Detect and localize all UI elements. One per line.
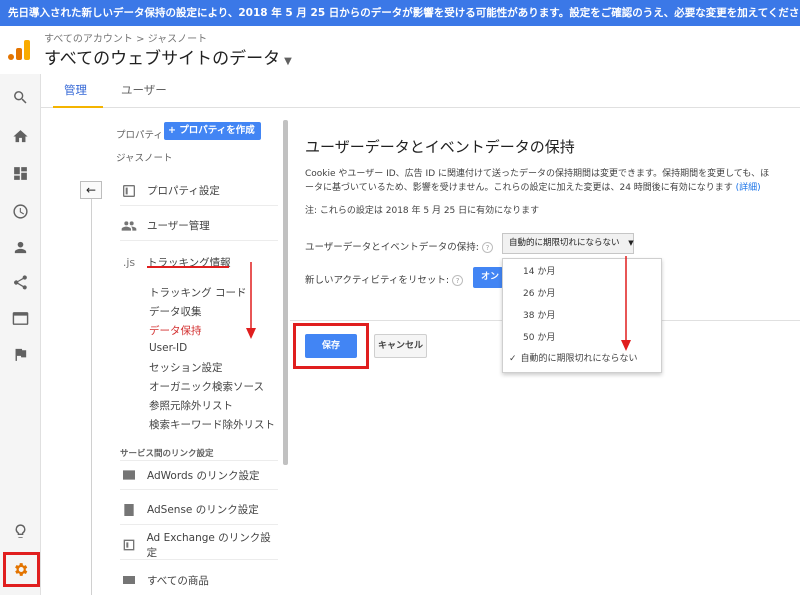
search-icon[interactable] [9, 86, 31, 108]
red-arrow-annotation [246, 262, 256, 339]
sub-session-settings[interactable]: セッション設定 [149, 360, 223, 375]
notice-banner: 先日導入された新しいデータ保持の設定により、2018 年 5 月 25 日からの… [0, 0, 800, 26]
sub-data-retention[interactable]: データ保持 [149, 323, 202, 338]
reset-toggle[interactable]: オン [473, 267, 503, 288]
gear-highlight-box [3, 552, 40, 587]
column-scrollbar[interactable] [283, 120, 288, 465]
property-label: プロパティ [116, 130, 163, 141]
help-icon[interactable]: ? [482, 242, 494, 253]
dashboard-icon[interactable] [9, 162, 31, 184]
display-icon[interactable] [9, 307, 31, 329]
analytics-logo-icon[interactable] [8, 40, 32, 60]
retention-field: ユーザーデータとイベントデータの保持:? [305, 239, 494, 253]
red-arrow-annotation [621, 256, 631, 351]
description-line-2: ータに基づいているため、影響を受けません。これらの設定に加えた変更は、24 時間… [305, 183, 733, 193]
reset-label: 新しいアクティビティをリセット: [305, 275, 450, 286]
adwords-icon [120, 467, 138, 483]
nav-all-products[interactable]: すべての商品 [120, 565, 278, 595]
adexchange-icon [120, 537, 138, 553]
share-icon[interactable] [9, 271, 31, 293]
details-link[interactable]: (詳細) [736, 183, 761, 193]
retention-label: ユーザーデータとイベントデータの保持: [305, 242, 480, 253]
sub-search-term-exclusion[interactable]: 検索キーワード除外リスト [149, 417, 275, 432]
link-icon [120, 572, 138, 588]
js-icon: .js [122, 255, 136, 269]
reset-field: 新しいアクティビティをリセット:? [305, 272, 464, 286]
retention-dropdown-menu: 14 か月 26 か月 38 か月 50 か月 ✓ 自動的に期限切れにならない [502, 258, 662, 373]
save-highlight-box [293, 323, 369, 369]
service-links-heading: サービス間のリンク設定 [120, 449, 214, 459]
admin-tabs: 管理 ユーザー [41, 74, 800, 108]
nav-adexchange-link[interactable]: Ad Exchange のリンク設定 [120, 530, 278, 560]
option-label: 自動的に期限切れにならない [520, 354, 638, 364]
sub-organic-search-sources[interactable]: オーガニック検索ソース [149, 379, 264, 394]
tab-admin[interactable]: 管理 [53, 74, 103, 108]
tracking-underline-annotation [147, 266, 229, 268]
sub-data-collection[interactable]: データ収集 [149, 304, 202, 319]
view-title: すべてのウェブサイトのデータ [44, 49, 281, 69]
home-icon[interactable] [9, 125, 31, 147]
property-settings-icon [120, 183, 138, 199]
adsense-icon [120, 502, 138, 518]
create-property-button[interactable]: + プロパティを作成 [164, 122, 261, 140]
option-50-months[interactable]: 50 か月 [503, 328, 661, 349]
retention-value: 自動的に期限切れにならない [509, 238, 620, 248]
sub-user-id[interactable]: User-ID [149, 342, 187, 354]
description-line-1: Cookie やユーザー ID、広告 ID に関連付けて送ったデータの保持期間は… [305, 169, 770, 179]
tab-users[interactable]: ユーザー [121, 74, 167, 108]
caret-down-icon: ▼ [628, 239, 634, 247]
option-never-expire[interactable]: ✓ 自動的に期限切れにならない [503, 349, 661, 370]
flag-icon[interactable] [9, 343, 31, 365]
clock-icon[interactable] [9, 200, 31, 222]
column-divider [91, 199, 92, 595]
cancel-button[interactable]: キャンセル [374, 334, 427, 358]
nav-label: すべての商品 [147, 574, 209, 587]
back-arrow-icon[interactable]: ← [80, 181, 102, 199]
left-rail [0, 74, 41, 595]
checkmark-icon: ✓ [509, 354, 517, 364]
option-26-months[interactable]: 26 か月 [503, 284, 661, 305]
sub-referral-exclusion[interactable]: 参照元除外リスト [149, 398, 233, 413]
nav-label: プロパティ設定 [147, 185, 220, 197]
option-14-months[interactable]: 14 か月 [503, 262, 661, 283]
sub-tracking-code[interactable]: トラッキング コード [149, 285, 247, 300]
nav-adwords-link[interactable]: AdWords のリンク設定 [120, 460, 278, 490]
caret-down-icon: ▼ [284, 56, 292, 67]
nav-label: Ad Exchange のリンク設定 [146, 531, 271, 559]
nav-user-management[interactable]: ユーザー管理 [120, 211, 278, 241]
nav-label: AdWords のリンク設定 [147, 469, 260, 482]
effective-date-note: 注: これらの設定は 2018 年 5 月 25 日に有効になります [305, 206, 540, 216]
retention-select[interactable]: 自動的に期限切れにならない ▼ [502, 233, 634, 254]
app-header: すべてのアカウント > ジャスノート すべてのウェブサイトのデータ ▼ [0, 26, 800, 74]
nav-label: AdSense のリンク設定 [147, 504, 259, 516]
nav-property-settings[interactable]: プロパティ設定 [120, 176, 278, 206]
person-icon[interactable] [9, 236, 31, 258]
help-icon[interactable]: ? [452, 275, 464, 286]
option-38-months[interactable]: 38 か月 [503, 306, 661, 327]
lightbulb-icon[interactable] [9, 520, 31, 542]
view-selector[interactable]: すべてのウェブサイトのデータ ▼ [44, 44, 292, 69]
description: Cookie やユーザー ID、広告 ID に関連付けて送ったデータの保持期間は… [305, 167, 800, 195]
breadcrumb[interactable]: すべてのアカウント > ジャスノート [44, 30, 207, 45]
property-name: ジャスノート [116, 153, 173, 164]
users-icon [120, 218, 138, 234]
page-title: ユーザーデータとイベントデータの保持 [305, 138, 575, 156]
nav-label: ユーザー管理 [147, 220, 210, 232]
nav-adsense-link[interactable]: AdSense のリンク設定 [120, 495, 278, 525]
